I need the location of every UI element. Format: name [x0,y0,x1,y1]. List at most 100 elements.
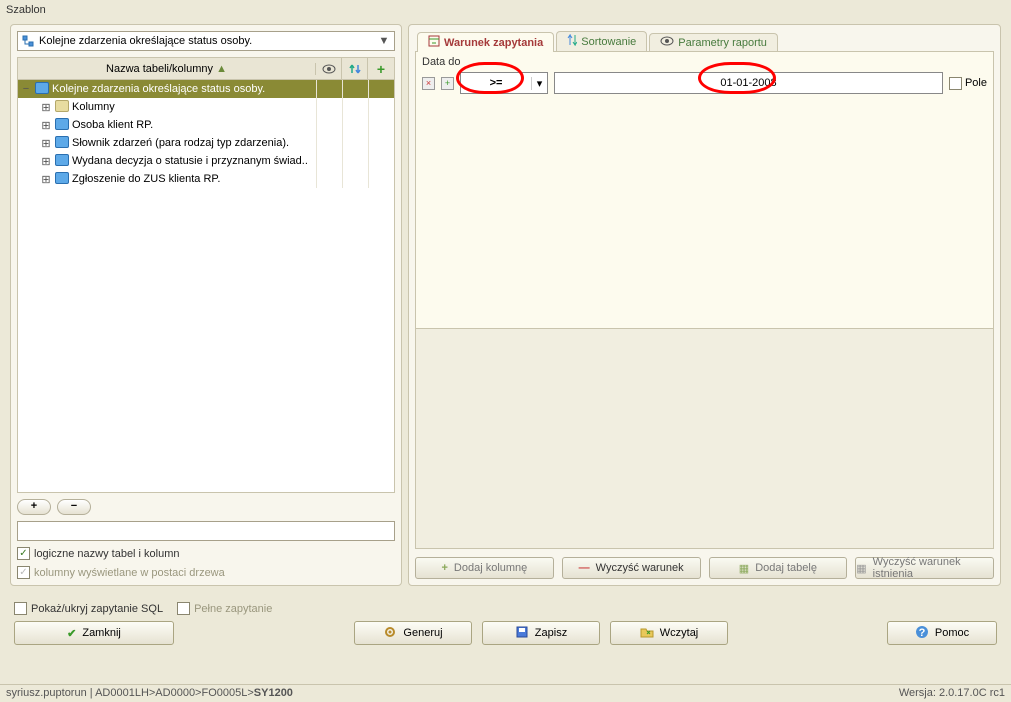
help-button[interactable]: ? Pomoc [887,621,997,645]
tab-label: Warunek zapytania [444,37,543,49]
table-selector-combo[interactable]: Kolejne zdarzenia określające status oso… [17,31,395,51]
checkbox-label: Pokaż/ukryj zapytanie SQL [31,603,163,615]
checkbox-icon: ✓ [17,566,30,579]
filter-input[interactable] [17,521,395,541]
folder-icon [54,118,70,133]
tree-row[interactable]: ⊞ Słownik zdarzeń (para rodzaj typ zdarz… [18,134,394,152]
expand-icon[interactable]: ⊞ [38,173,54,186]
status-bar: syriusz.puptorun | AD0001LH>AD0000>FO000… [0,684,1011,702]
clear-exist-button[interactable]: ▦ Wyczyść warunek istnienia [855,557,994,579]
combo-text: Kolejne zdarzenia określające status oso… [35,35,377,47]
pole-label: Pole [965,77,987,89]
expand-all-button[interactable]: + [17,499,51,515]
button-label: Dodaj tabelę [755,562,817,574]
tab-condition[interactable]: Warunek zapytania [417,32,554,52]
checkbox-label: logiczne nazwy tabel i kolumn [34,548,180,560]
save-icon [515,625,529,642]
tree-row[interactable]: − Kolejne zdarzenia określające status o… [18,80,394,98]
expand-icon[interactable]: ⊞ [38,119,54,132]
condition-area: Data do × + >= ▾ Pole [415,51,994,549]
folder-icon [54,154,70,169]
checkbox-icon [177,602,190,615]
condition-row: × + >= ▾ Pole [416,68,993,98]
expand-icon[interactable]: ⊞ [38,101,54,114]
column-header[interactable]: Nazwa tabeli/kolumny [106,63,213,75]
full-query-checkbox[interactable]: Pełne zapytanie [177,602,272,615]
right-panel: Warunek zapytania Sortowanie Parametry r… [408,24,1001,586]
tree-label: Osoba klient RP. [70,119,316,131]
collapse-all-button[interactable]: − [57,499,91,515]
help-icon: ? [915,625,929,642]
tab-label: Parametry raportu [678,37,767,49]
tree-icon [21,34,35,48]
table-plus-icon: ▦ [739,562,749,575]
add-condition-button[interactable]: + [441,77,454,90]
tree-label: Zgłoszenie do ZUS klienta RP. [70,173,316,185]
eye-column-icon[interactable] [316,58,342,79]
clear-condition-button[interactable]: — Wyczyść warunek [562,557,701,579]
checkbox-label: kolumny wyświetlane w postaci drzewa [34,567,225,579]
tree-label: Kolejne zdarzenia określające status oso… [50,83,316,95]
button-label: Wyczyść warunek istnienia [873,556,993,580]
gear-icon [383,625,397,642]
tree-row[interactable]: ⊞ Kolumny [18,98,394,116]
sort-column-icon[interactable] [342,58,368,79]
pole-checkbox[interactable]: Pole [949,77,987,90]
folder-icon [54,100,70,115]
tab-params[interactable]: Parametry raportu [649,33,778,51]
logical-names-checkbox[interactable]: ✓ logiczne nazwy tabel i kolumn [17,547,395,560]
tree-header: Nazwa tabeli/kolumny ▲ + [17,57,395,79]
button-label: Wczytaj [660,627,699,639]
load-button[interactable]: Wczytaj [610,621,728,645]
eye-icon [660,36,674,49]
chevron-down-icon: ▼ [377,35,391,47]
svg-text:?: ? [919,627,926,639]
expand-icon[interactable]: ⊞ [38,155,54,168]
left-panel: Kolejne zdarzenia określające status oso… [10,24,402,586]
minus-icon: — [579,562,590,574]
tab-sorting[interactable]: Sortowanie [556,31,647,51]
window-title: Szablon [0,0,1011,20]
tree-label: Słownik zdarzeń (para rodzaj typ zdarzen… [70,137,316,149]
operator-combo[interactable]: >= ▾ [460,72,548,94]
tab-label: Sortowanie [581,36,636,48]
folder-icon [34,82,50,97]
status-left: syriusz.puptorun | AD0001LH>AD0000>FO000… [6,687,293,700]
expand-icon[interactable]: ⊞ [38,137,54,150]
tree-row[interactable]: ⊞ Osoba klient RP. [18,116,394,134]
folder-open-icon [640,626,654,641]
generate-button[interactable]: Generuj [354,621,472,645]
remove-condition-button[interactable]: × [422,77,435,90]
button-label: Zapisz [535,627,567,639]
chevron-down-icon: ▾ [531,77,547,90]
collapse-icon[interactable]: − [18,83,34,95]
button-label: Zamknij [82,627,121,639]
tree-display-checkbox[interactable]: ✓ kolumny wyświetlane w postaci drzewa [17,566,395,579]
add-column-icon[interactable]: + [368,58,394,79]
operator-value: >= [461,77,531,89]
schema-tree[interactable]: − Kolejne zdarzenia określające status o… [17,79,395,493]
sort-icon [567,34,577,49]
tree-row[interactable]: ⊞ Wydana decyzja o statusie i przyznanym… [18,152,394,170]
tree-label: Wydana decyzja o statusie i przyznanym ś… [70,155,316,167]
checkbox-label: Pełne zapytanie [194,603,272,615]
folder-icon [54,136,70,151]
table-minus-icon: ▦ [856,562,866,575]
status-right: Wersja: 2.0.17.0C rc1 [899,687,1005,700]
close-button[interactable]: ✔ Zamknij [14,621,174,645]
value-input[interactable] [554,72,943,94]
button-label: Pomoc [935,627,969,639]
tree-label: Kolumny [70,101,316,113]
add-table-button[interactable]: ▦ Dodaj tabelę [709,557,848,579]
save-button[interactable]: Zapisz [482,621,600,645]
tree-row[interactable]: ⊞ Zgłoszenie do ZUS klienta RP. [18,170,394,188]
plus-icon: + [441,562,447,574]
condition-lower-pane [416,328,993,548]
check-icon: ✔ [67,627,76,640]
show-sql-checkbox[interactable]: Pokaż/ukryj zapytanie SQL [14,602,163,615]
add-column-button[interactable]: + Dodaj kolumnę [415,557,554,579]
checkbox-icon [949,77,962,90]
button-label: Dodaj kolumnę [454,562,527,574]
filter-icon [428,35,440,50]
field-label: Data do [416,52,993,68]
